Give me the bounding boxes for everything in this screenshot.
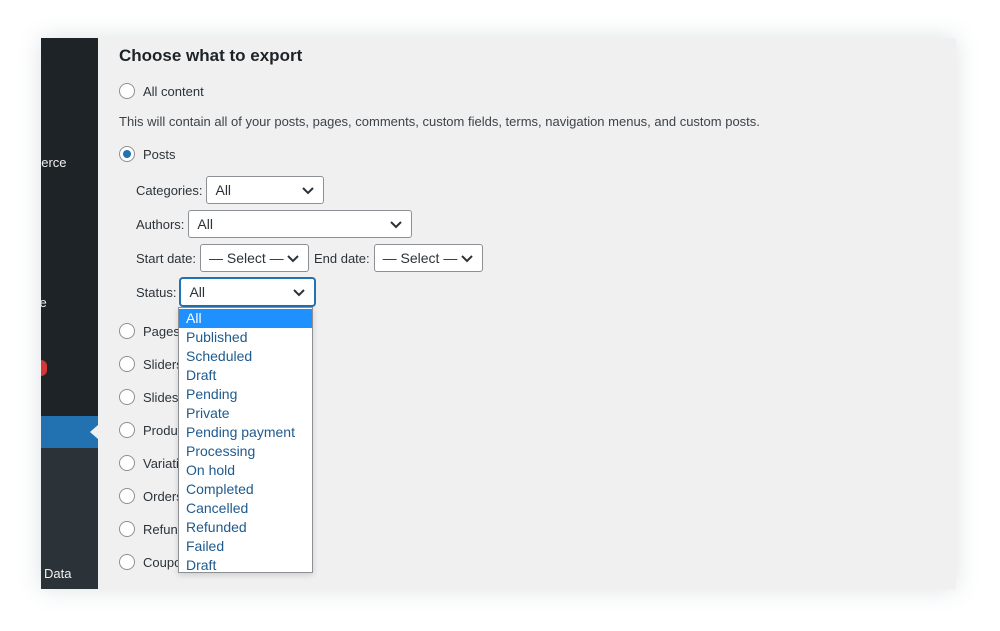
export-type-option[interactable]: Refund (119, 519, 185, 539)
status-select[interactable]: All (180, 278, 316, 306)
export-type-label: Pages (143, 323, 180, 339)
export-type-label: Coupo (143, 554, 182, 570)
export-type-option[interactable]: Orders (119, 486, 183, 506)
start-date-value: — Select — (208, 250, 284, 266)
status-field: Status: All (136, 278, 316, 306)
sidebar-item-data[interactable]: Data (44, 566, 71, 581)
status-option[interactable]: Refunded (179, 518, 312, 537)
export-type-label: Orders (143, 488, 183, 504)
admin-sidebar: s nerce ce Data (41, 38, 98, 589)
end-date-select[interactable]: — Select — (373, 244, 483, 272)
chevron-down-icon (390, 220, 403, 228)
end-date-value: — Select — (382, 250, 458, 266)
export-type-option[interactable]: Pages (119, 321, 180, 341)
chevron-down-icon (460, 254, 473, 262)
all-content-option[interactable]: All content (119, 81, 204, 101)
posts-option[interactable]: Posts (119, 144, 176, 164)
all-content-label: All content (143, 83, 204, 99)
date-range-field: Start date: — Select — End date: — Selec… (136, 244, 483, 272)
status-option[interactable]: Published (179, 328, 312, 347)
export-type-option[interactable]: Slides (119, 387, 178, 407)
all-content-radio[interactable] (119, 83, 135, 99)
chevron-down-icon (293, 288, 306, 296)
export-type-option[interactable]: Sliders (119, 354, 183, 374)
export-type-radio[interactable] (119, 389, 135, 405)
status-option[interactable]: Private (179, 404, 312, 423)
chevron-down-icon (287, 254, 299, 262)
export-type-radio[interactable] (119, 455, 135, 471)
status-option[interactable]: On hold (179, 461, 312, 480)
notification-badge (41, 360, 47, 376)
posts-label: Posts (143, 146, 176, 162)
main-content: Choose what to export All content This w… (98, 38, 956, 589)
export-type-radio[interactable] (119, 422, 135, 438)
export-type-option[interactable]: Variati (119, 453, 179, 473)
export-type-label: Slides (143, 389, 179, 405)
sidebar-item-2[interactable]: nerce (41, 155, 67, 170)
status-option[interactable]: Completed (179, 480, 312, 499)
status-dropdown-list[interactable]: All Published Scheduled Draft Pending Private… (178, 307, 313, 573)
status-option[interactable]: All (179, 309, 312, 328)
export-type-radio[interactable] (119, 323, 135, 339)
status-option[interactable]: Pending payment (179, 423, 312, 442)
categories-select[interactable]: All (206, 176, 325, 204)
active-pointer-icon (90, 425, 98, 439)
admin-window: s nerce ce Data Choose what to export Al… (41, 38, 956, 589)
all-content-description: This will contain all of your posts, pag… (119, 114, 760, 129)
export-type-radio[interactable] (119, 521, 135, 537)
status-option[interactable]: Pending (179, 385, 312, 404)
status-option[interactable]: Draft (179, 366, 312, 385)
status-label: Status: (136, 284, 177, 300)
status-option[interactable]: Failed (179, 537, 312, 556)
export-type-label: Variati (143, 455, 179, 471)
authors-select[interactable]: All (188, 210, 413, 238)
authors-field: Authors: All (136, 210, 413, 238)
end-date-label: End date: (313, 250, 370, 266)
authors-label: Authors: (136, 216, 185, 232)
export-type-option[interactable]: Produc (119, 420, 184, 440)
export-type-label: Sliders (143, 356, 183, 372)
export-type-radio[interactable] (119, 554, 135, 570)
status-option[interactable]: Scheduled (179, 347, 312, 366)
status-option[interactable]: Cancelled (179, 499, 312, 518)
status-option[interactable]: Draft (179, 556, 312, 575)
chevron-down-icon (302, 186, 315, 194)
export-type-radio[interactable] (119, 356, 135, 372)
categories-label: Categories: (136, 182, 203, 198)
categories-field: Categories: All (136, 176, 325, 204)
export-type-radio[interactable] (119, 488, 135, 504)
page-title: Choose what to export (119, 46, 303, 65)
authors-value: All (197, 216, 213, 232)
start-date-select[interactable]: — Select — (199, 244, 309, 272)
sidebar-item-1[interactable]: s (41, 113, 42, 128)
categories-value: All (215, 182, 232, 198)
status-value: All (189, 284, 206, 300)
posts-radio[interactable] (119, 146, 135, 162)
status-option[interactable]: Processing (179, 442, 312, 461)
export-type-option[interactable]: Coupo (119, 552, 181, 572)
start-date-label: Start date: (136, 250, 196, 266)
sidebar-item-3[interactable]: ce (41, 295, 47, 310)
